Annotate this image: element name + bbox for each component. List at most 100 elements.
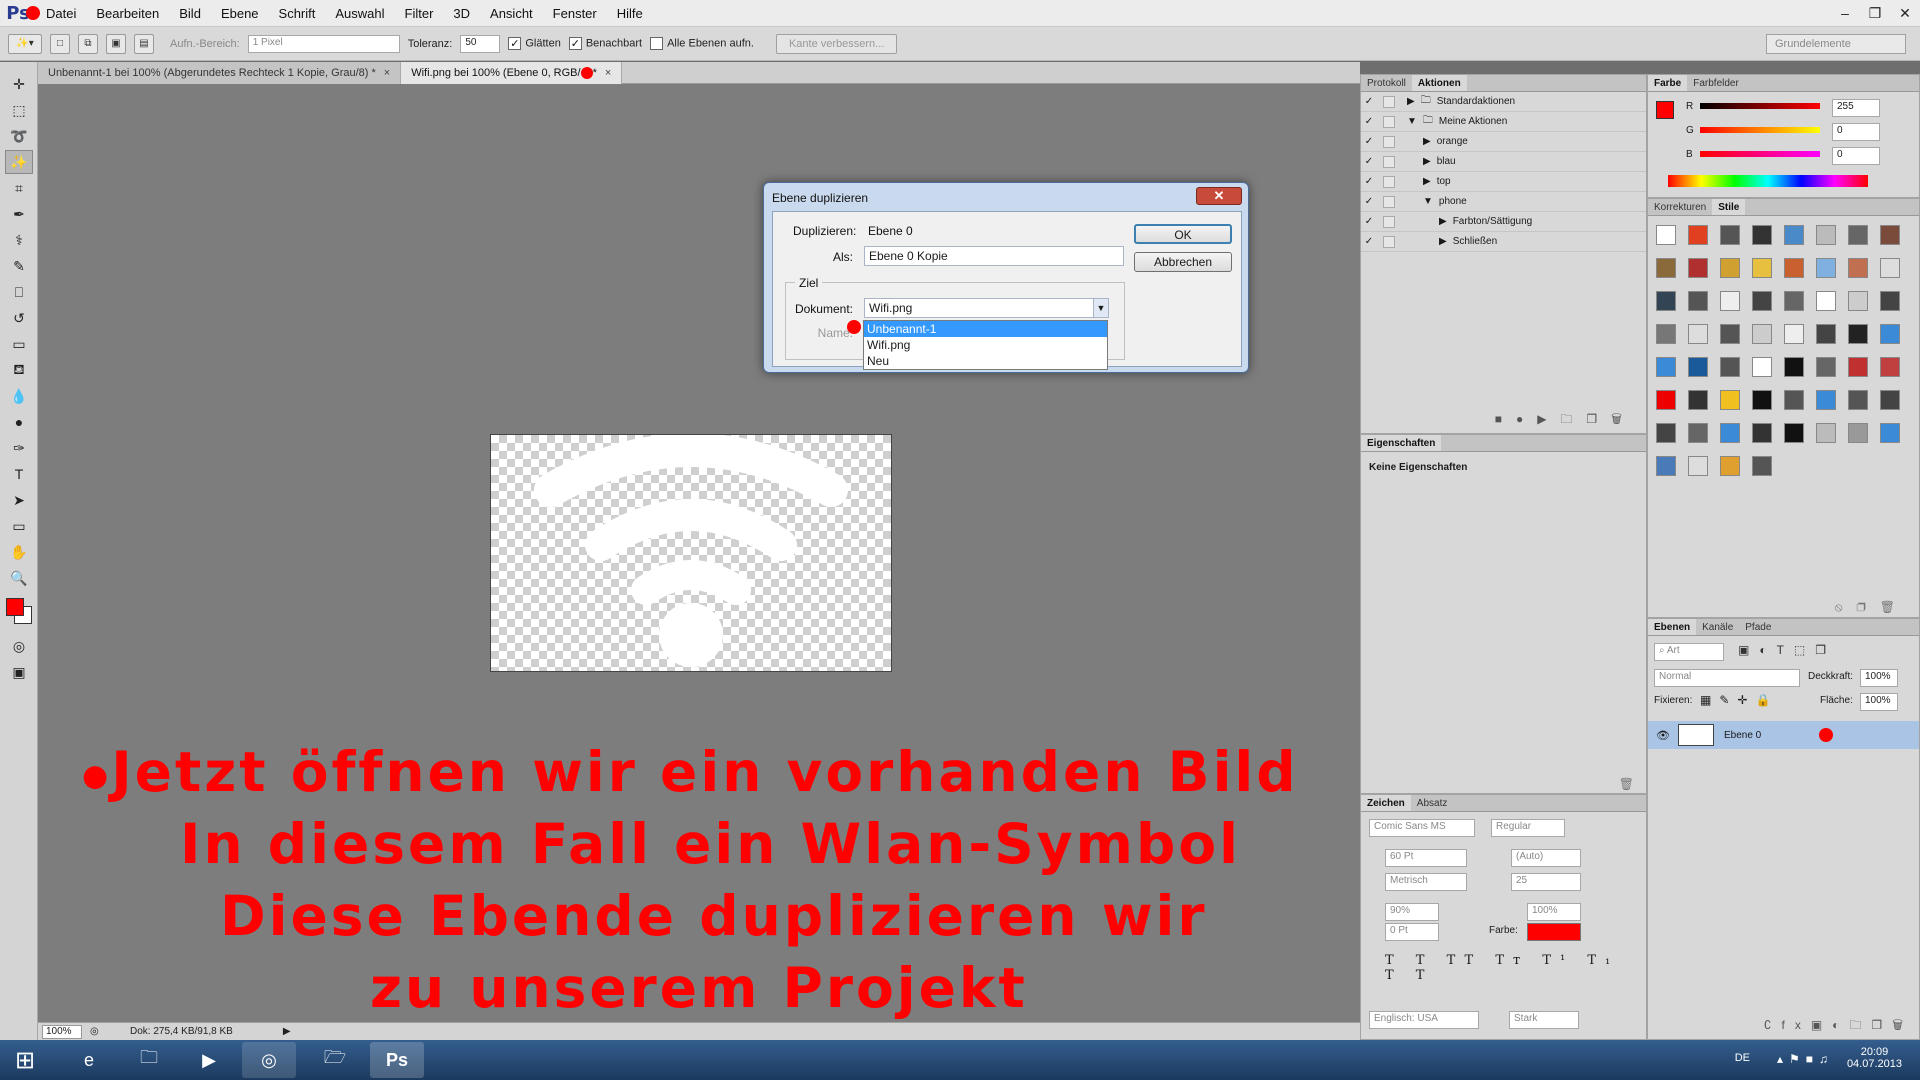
ie-icon[interactable]: e (62, 1042, 116, 1078)
quick-mask-icon[interactable]: ◎ (5, 634, 33, 658)
menu-ebene[interactable]: Ebene (211, 0, 269, 27)
photoshop-taskbar-icon[interactable]: Ps (370, 1042, 424, 1078)
style-swatch[interactable] (1688, 456, 1708, 476)
document-select[interactable]: Wifi.png (864, 298, 1109, 318)
dropdown-option[interactable]: Neu (864, 353, 1107, 369)
style-swatch[interactable] (1720, 258, 1740, 278)
antialias-checkbox[interactable]: ✓ Glätten (508, 37, 561, 50)
menu-3d[interactable]: 3D (443, 0, 480, 27)
dropdown-option[interactable]: Unbenannt-1 (864, 321, 1107, 337)
tab-wifi[interactable]: Wifi.png bei 100% (Ebene 0, RGB/ * × (401, 62, 623, 84)
shape-tool-icon[interactable]: ▭ (5, 514, 33, 538)
dialog-toggle[interactable] (1383, 195, 1395, 208)
restore-icon[interactable]: ❐ (1860, 0, 1890, 27)
styles-controls[interactable]: ⦸❐🗑 (1835, 600, 1909, 615)
menu-bild[interactable]: Bild (169, 0, 211, 27)
style-swatch[interactable] (1752, 390, 1772, 410)
tab-zeichen[interactable]: Zeichen (1361, 795, 1411, 811)
tab-unbenannt[interactable]: Unbenannt-1 bei 100% (Abgerundetes Recht… (38, 62, 402, 84)
style-swatch[interactable] (1720, 324, 1740, 344)
style-swatch[interactable] (1784, 357, 1804, 377)
start-button[interactable]: ⊞ (0, 1042, 50, 1078)
style-swatch[interactable] (1880, 291, 1900, 311)
style-swatch[interactable] (1848, 357, 1868, 377)
g-input[interactable]: 0 (1832, 123, 1880, 141)
style-swatch[interactable] (1656, 258, 1676, 278)
leading-input[interactable]: (Auto) (1511, 849, 1581, 867)
style-swatch[interactable] (1688, 258, 1708, 278)
style-swatch[interactable] (1688, 225, 1708, 245)
r-input[interactable]: 255 (1832, 99, 1880, 117)
zoom-level[interactable]: 100% (42, 1024, 82, 1039)
clock[interactable]: 20:09 04.07.2013 (1847, 1046, 1902, 1070)
cancel-button[interactable]: Abbrechen (1134, 252, 1232, 272)
chevron-right-icon[interactable]: ▶ (1439, 216, 1447, 227)
foreground-color[interactable] (6, 598, 24, 616)
marquee-tool-icon[interactable]: ⬚ (5, 98, 33, 122)
dodge-tool-icon[interactable]: ● (5, 410, 33, 434)
refine-edge-button[interactable]: Kante verbessern... (775, 33, 898, 54)
opacity-input[interactable]: 100% (1860, 669, 1898, 687)
sample-all-layers-checkbox[interactable]: Alle Ebenen aufn. (650, 37, 754, 50)
style-swatch[interactable] (1880, 357, 1900, 377)
b-input[interactable]: 0 (1832, 147, 1880, 165)
eraser-tool-icon[interactable]: ▭ (5, 332, 33, 356)
style-swatch[interactable] (1880, 423, 1900, 443)
folder-icon[interactable]: 🗁 (308, 1042, 362, 1078)
style-swatch[interactable] (1752, 423, 1772, 443)
action-row[interactable]: ✓ ▶ orange (1361, 132, 1646, 152)
style-swatch[interactable] (1720, 423, 1740, 443)
dialog-toggle[interactable] (1383, 135, 1395, 148)
menu-filter[interactable]: Filter (395, 0, 444, 27)
paint-bucket-icon[interactable]: ⛾ (5, 358, 33, 382)
action-controls[interactable]: ■●▶🗀❐🗑 (1495, 410, 1636, 431)
tab-stile[interactable]: Stile (1712, 199, 1746, 215)
style-swatch[interactable] (1880, 258, 1900, 278)
dialog-toggle[interactable] (1383, 155, 1395, 168)
lasso-tool-icon[interactable]: ➰ (5, 124, 33, 148)
tab-ebenen[interactable]: Ebenen (1648, 619, 1697, 635)
tab-korrekturen[interactable]: Korrekturen (1648, 199, 1712, 215)
dialog-toggle[interactable] (1383, 175, 1395, 188)
action-row[interactable]: ✓ ▶ 🗀 Standardaktionen (1361, 92, 1646, 112)
style-swatch[interactable] (1688, 291, 1708, 311)
layer-filter-icons[interactable]: ▣◐T⬚❐ (1738, 643, 1836, 657)
style-swatch[interactable] (1816, 225, 1836, 245)
tool-preset-picker[interactable]: ✨▾ (8, 33, 42, 54)
chevron-down-icon[interactable]: ▼ (1423, 196, 1433, 207)
layer-name[interactable]: Ebene 0 (1724, 730, 1761, 741)
color-swatches[interactable] (0, 592, 37, 632)
style-swatch[interactable] (1720, 456, 1740, 476)
menu-ansicht[interactable]: Ansicht (480, 0, 543, 27)
style-swatch[interactable] (1752, 324, 1772, 344)
tab-eigenschaften[interactable]: Eigenschaften (1361, 435, 1442, 451)
history-brush-icon[interactable]: ↺ (5, 306, 33, 330)
style-swatch[interactable] (1720, 357, 1740, 377)
chevron-right-icon[interactable]: ▶ (1423, 156, 1431, 167)
as-input[interactable]: Ebene 0 Kopie (864, 246, 1124, 266)
r-slider[interactable] (1700, 103, 1820, 109)
style-swatch[interactable] (1880, 225, 1900, 245)
ok-button[interactable]: OK (1134, 224, 1232, 244)
style-swatch[interactable] (1720, 225, 1740, 245)
style-swatch[interactable] (1784, 390, 1804, 410)
style-swatch[interactable] (1720, 291, 1740, 311)
color-fg-swatch[interactable] (1656, 101, 1674, 119)
chevron-right-icon[interactable]: ▶ (1407, 96, 1415, 107)
sample-size-select[interactable]: 1 Pixel (247, 34, 400, 53)
style-swatch[interactable] (1656, 291, 1676, 311)
tab-kanaele[interactable]: Kanäle (1696, 619, 1739, 635)
style-swatch[interactable] (1848, 324, 1868, 344)
style-swatch[interactable] (1784, 225, 1804, 245)
new-selection-icon[interactable]: □ (50, 33, 70, 54)
move-tool-icon[interactable]: ✛ (5, 72, 33, 96)
chevron-down-icon[interactable]: ▼ (1407, 116, 1417, 127)
dialog-toggle[interactable] (1383, 115, 1395, 128)
style-swatch[interactable] (1816, 390, 1836, 410)
menu-hilfe[interactable]: Hilfe (607, 0, 653, 27)
eye-icon[interactable]: 👁 (1656, 729, 1670, 742)
tab-aktionen[interactable]: Aktionen (1411, 75, 1467, 91)
style-swatch[interactable] (1752, 225, 1772, 245)
style-swatch[interactable] (1656, 225, 1676, 245)
style-swatch[interactable] (1784, 291, 1804, 311)
